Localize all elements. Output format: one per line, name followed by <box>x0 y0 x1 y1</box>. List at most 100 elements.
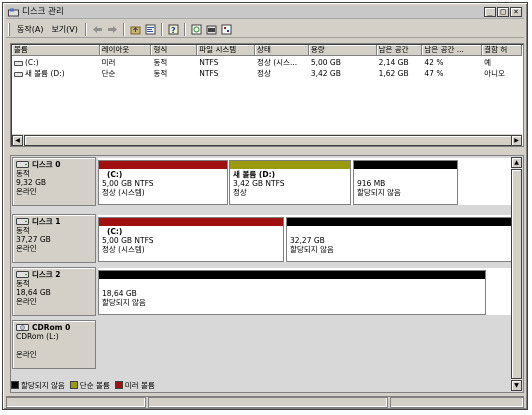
disk-label[interactable]: 디스크 1 동적 37,27 GB 온라인 <box>12 214 96 263</box>
disk-row[interactable]: 디스크 1 동적 37,27 GB 온라인 (C:) 5,00 GB NTFS … <box>12 214 512 263</box>
toolbar-separator <box>183 22 186 36</box>
refresh-icon[interactable] <box>190 23 203 36</box>
scroll-right-icon[interactable]: ▶ <box>511 135 522 146</box>
volume-name: 새 볼륨 (D:) <box>25 69 65 78</box>
partition-size: 5,00 GB NTFS <box>102 179 154 188</box>
column-header-volume[interactable]: 볼륨 <box>12 45 100 56</box>
title-bar: 디스크 관리 _ □ × <box>6 6 524 19</box>
window-title: 디스크 관리 <box>22 7 64 17</box>
disk-size: 9,32 GB <box>16 178 47 187</box>
volume-fault-tolerance: 예 <box>484 58 492 67</box>
properties-icon[interactable] <box>144 23 157 36</box>
disk-partitions: 18,64 GB 할당되지 않음 <box>98 268 512 315</box>
partition-status: 할당되지 않음 <box>290 245 334 254</box>
volume-filesystem: NTFS <box>199 69 219 78</box>
vertical-scrollbar[interactable]: ▲ ▼ <box>511 157 522 391</box>
column-header-type[interactable]: 형식 <box>151 45 198 56</box>
menu-action[interactable]: 동작(A) <box>13 24 47 35</box>
column-header-percent-free[interactable]: 남은 공간 ... <box>422 45 483 56</box>
scroll-down-icon[interactable]: ▼ <box>511 380 522 391</box>
volume-type: 동적 <box>153 69 168 78</box>
legend-label: 할당되지 않음 <box>21 380 65 390</box>
volume-drive-icon <box>14 71 23 77</box>
partition-name: 새 볼륨 (D:) <box>233 170 276 179</box>
close-button[interactable]: × <box>510 7 522 17</box>
back-arrow-icon[interactable] <box>91 23 104 36</box>
disk-icon <box>16 218 29 225</box>
partition-block[interactable]: 18,64 GB 할당되지 않음 <box>98 270 486 315</box>
rescan-icon[interactable] <box>205 23 218 36</box>
volume-status: 정상 <box>257 69 271 78</box>
partition-size: 3,42 GB NTFS <box>233 179 285 188</box>
disk-row[interactable]: 디스크 0 동적 9,32 GB 온라인 (C:) 5,00 GB NTFS 정… <box>12 157 512 206</box>
toolbar-separator <box>122 22 125 36</box>
disk-type: 동적 <box>16 226 30 235</box>
legend-swatch <box>69 381 78 389</box>
scroll-up-icon[interactable]: ▲ <box>511 157 522 168</box>
settings-icon[interactable] <box>220 23 233 36</box>
partition-block[interactable]: (C:) 5,00 GB NTFS 정상 (시스템) <box>98 160 228 205</box>
menu-toolbar: 동작(A) 보기(V) ? <box>6 21 524 38</box>
disk-status: 온라인 <box>16 297 37 306</box>
help-icon[interactable]: ? <box>167 23 180 36</box>
partition-block[interactable]: 916 MB 할당되지 않음 <box>353 160 458 205</box>
partition-block[interactable]: (C:) 5,00 GB NTFS 정상 (시스템) <box>98 217 284 262</box>
disk-label[interactable]: 디스크 2 동적 18,64 GB 온라인 <box>12 267 96 316</box>
partition-size: 32,27 GB <box>290 236 325 245</box>
toolbar-separator <box>84 22 87 36</box>
table-row[interactable]: (C:) 미러 동적 NTFS 정상 (시스... 5,00 GB 2,14 G… <box>12 57 522 68</box>
partition-size: 916 MB <box>357 179 386 188</box>
disk-size: 37,27 GB <box>16 235 51 244</box>
disk-row[interactable]: 디스크 2 동적 18,64 GB 온라인 18,64 GB 할당되지 않음 <box>12 267 512 316</box>
minimize-button[interactable]: _ <box>484 7 496 17</box>
partition-name: (C:) <box>107 227 123 236</box>
disk-size <box>16 341 92 350</box>
volume-free-space: 2,14 GB <box>378 58 409 67</box>
maximize-button[interactable]: □ <box>497 7 509 17</box>
volume-free-space: 1,62 GB <box>378 69 409 78</box>
volume-type: 동적 <box>153 58 168 67</box>
volume-percent-free: 42 % <box>424 58 444 67</box>
vertical-scroll-thumb[interactable] <box>511 169 522 379</box>
folder-up-icon[interactable] <box>129 23 142 36</box>
partition-block[interactable]: 32,27 GB 할당되지 않음 <box>286 217 512 262</box>
legend-swatch <box>11 381 19 389</box>
legend-label: 단순 볼륨 <box>79 380 110 390</box>
partition-block[interactable]: 새 볼륨 (D:) 3,42 GB NTFS 정상 <box>229 160 351 205</box>
column-header-filesystem[interactable]: 파일 시스템 <box>197 45 256 56</box>
disk-row[interactable]: CDRom 0 CDRom (L:) 온라인 <box>12 320 512 369</box>
disk-status: 온라인 <box>16 187 37 196</box>
table-row[interactable]: 새 볼륨 (D:) 단순 동적 NTFS 정상 3,42 GB 1,62 GB … <box>12 68 522 79</box>
column-header-free-space[interactable]: 남은 공간 <box>376 45 423 56</box>
status-pane <box>6 397 146 408</box>
forward-arrow-icon[interactable] <box>106 23 119 36</box>
disk-label[interactable]: CDRom 0 CDRom (L:) 온라인 <box>12 320 96 369</box>
status-pane <box>390 397 524 408</box>
disk-partitions: (C:) 5,00 GB NTFS 정상 (시스템) 새 볼륨 (D:) 3,4… <box>98 158 512 205</box>
disk-name: CDRom 0 <box>32 323 71 332</box>
column-header-layout[interactable]: 레이아웃 <box>99 45 152 56</box>
cdrom-media-area[interactable] <box>98 321 512 368</box>
partition-status: 정상 (시스템) <box>102 188 145 197</box>
horizontal-scrollbar[interactable]: ◀ ▶ <box>12 134 522 146</box>
column-header-fault-tolerance[interactable]: 결함 허 <box>482 45 523 56</box>
scroll-left-icon[interactable]: ◀ <box>12 135 23 146</box>
volume-status: 정상 (시스... <box>257 58 298 67</box>
horizontal-scroll-thumb[interactable] <box>24 135 514 146</box>
menu-view[interactable]: 보기(V) <box>47 24 81 35</box>
volume-fault-tolerance: 아니오 <box>484 69 505 78</box>
disk-name: 디스크 0 <box>32 160 61 169</box>
volume-list: 볼륨 레이아웃 형식 파일 시스템 상태 용량 남은 공간 남은 공간 ... … <box>10 43 524 147</box>
disk-label[interactable]: 디스크 0 동적 9,32 GB 온라인 <box>12 157 96 206</box>
toolbar-grip <box>8 22 10 36</box>
disk-status: 온라인 <box>16 244 37 253</box>
volume-capacity: 3,42 GB <box>310 69 341 78</box>
disk-graphical-view: 디스크 0 동적 9,32 GB 온라인 (C:) 5,00 GB NTFS 정… <box>10 155 524 393</box>
disk-partitions: (C:) 5,00 GB NTFS 정상 (시스템) 32,27 GB 할당되지… <box>98 215 512 262</box>
partition-color-bar <box>99 218 283 226</box>
column-header-status[interactable]: 상태 <box>255 45 309 56</box>
volume-layout: 미러 <box>101 58 116 67</box>
column-header-capacity[interactable]: 용량 <box>308 45 377 56</box>
partition-size: 18,64 GB <box>102 289 137 298</box>
partition-color-bar <box>99 161 227 169</box>
